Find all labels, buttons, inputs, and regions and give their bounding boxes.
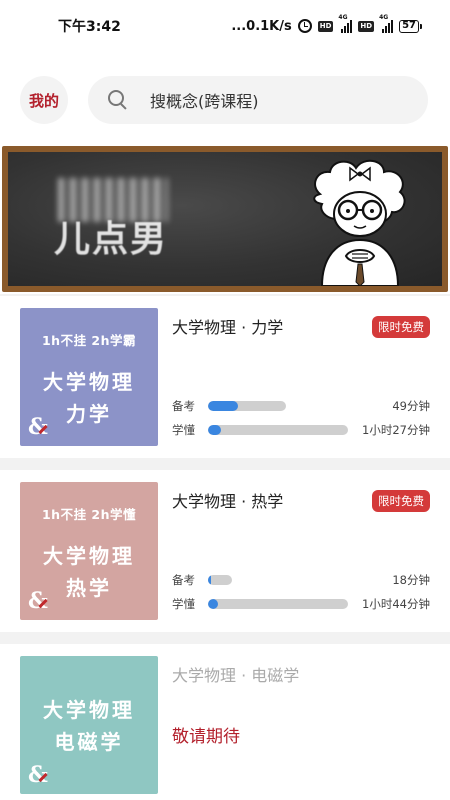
course-title: 大学物理 · 力学 — [172, 318, 284, 337]
progress-label: 备考 — [172, 573, 195, 587]
cover-title-line1: 大学物理 — [43, 698, 135, 722]
net-type-label: 4G — [338, 14, 348, 21]
free-badge: 限时免费 — [372, 316, 430, 338]
progress-label: 学懂 — [172, 597, 195, 611]
progress-row: 备考 18分钟 — [172, 572, 430, 588]
logo-ampersand-icon: & — [28, 588, 48, 614]
cover-subtitle: 1h不挂 2h学懂 — [41, 507, 137, 522]
progress-track — [208, 425, 348, 435]
signal-icon-2: 4G — [379, 14, 394, 33]
course-title: 大学物理 · 热学 — [172, 492, 284, 511]
progress-fill — [208, 575, 211, 585]
course-cover: 1h不挂 2h学懂 大学物理 热学 & — [20, 482, 158, 620]
progress-fill — [208, 599, 218, 609]
progress-track — [208, 599, 348, 609]
battery-icon: 57 — [399, 19, 422, 33]
course-title: 大学物理 · 电磁学 — [172, 666, 300, 685]
net-type-label-2: 4G — [379, 14, 389, 21]
course-card[interactable]: 1h不挂 2h学霸 大学物理 力学 & 大学物理 · 力学 限时免费 备考 49… — [0, 296, 450, 458]
progress-label: 备考 — [172, 399, 195, 413]
signal-icon: 4G — [338, 14, 353, 33]
coming-soon-label: 敬请期待 — [172, 727, 240, 747]
course-cover: 1h不挂 2h学霸 大学物理 力学 & — [20, 308, 158, 446]
progress-row: 学懂 1小时44分钟 — [172, 596, 430, 612]
cover-subtitle: 1h不挂 2h学霸 — [41, 333, 137, 348]
search-icon — [108, 90, 128, 110]
progress-row: 学懂 1小时27分钟 — [172, 422, 430, 438]
search-placeholder: 搜概念(跨课程) — [150, 92, 259, 111]
chalk-text: 儿点男 — [54, 180, 174, 260]
search-bar[interactable]: 搜概念(跨课程) — [88, 76, 428, 124]
progress-row: 备考 49分钟 — [172, 398, 430, 414]
cover-title-line1: 大学物理 — [43, 370, 135, 394]
course-card[interactable]: 1h不挂 2h学懂 大学物理 热学 & 大学物理 · 热学 限时免费 备考 18… — [0, 470, 450, 632]
progress-value: 1小时27分钟 — [362, 423, 430, 437]
cover-title-line2: 电磁学 — [54, 730, 124, 754]
promo-banner[interactable]: 儿点男 — [0, 144, 450, 294]
status-time: 下午3:42 — [58, 19, 121, 35]
alarm-clock-icon — [297, 19, 312, 33]
chalkboard-frame: 儿点男 — [2, 146, 448, 292]
network-speed: ...0.1K/s — [231, 18, 292, 34]
hd-badge: HD — [317, 20, 334, 32]
progress-label: 学懂 — [172, 423, 195, 437]
my-button[interactable]: 我的 — [20, 76, 68, 124]
logo-ampersand-icon: & — [28, 414, 48, 440]
chalkboard-surface: 儿点男 — [8, 152, 442, 286]
progress-value: 18分钟 — [392, 573, 430, 587]
professor-illustration — [313, 159, 406, 286]
progress-value: 1小时44分钟 — [362, 597, 430, 611]
free-badge: 限时免费 — [372, 490, 430, 512]
progress-fill — [208, 401, 238, 411]
battery-level: 57 — [399, 19, 419, 33]
status-icons: ...0.1K/s HD 4G HD 4G 57 — [231, 14, 422, 36]
progress-value: 49分钟 — [392, 399, 430, 413]
logo-ampersand-icon: & — [28, 762, 48, 788]
status-bar: 下午3:42 ...0.1K/s HD 4G HD 4G 57 — [0, 0, 450, 52]
course-card[interactable]: 大学物理 电磁学 & 大学物理 · 电磁学 敬请期待 — [0, 644, 450, 800]
course-cover: 大学物理 电磁学 & — [20, 656, 158, 794]
top-header: 我的 搜概念(跨课程) — [0, 52, 450, 144]
hd-badge-2: HD — [358, 20, 375, 32]
cover-title-line1: 大学物理 — [43, 544, 135, 568]
progress-track — [208, 401, 286, 411]
progress-track — [208, 575, 232, 585]
progress-fill — [208, 425, 221, 435]
chalk-text-line: 儿点男 — [54, 219, 169, 260]
